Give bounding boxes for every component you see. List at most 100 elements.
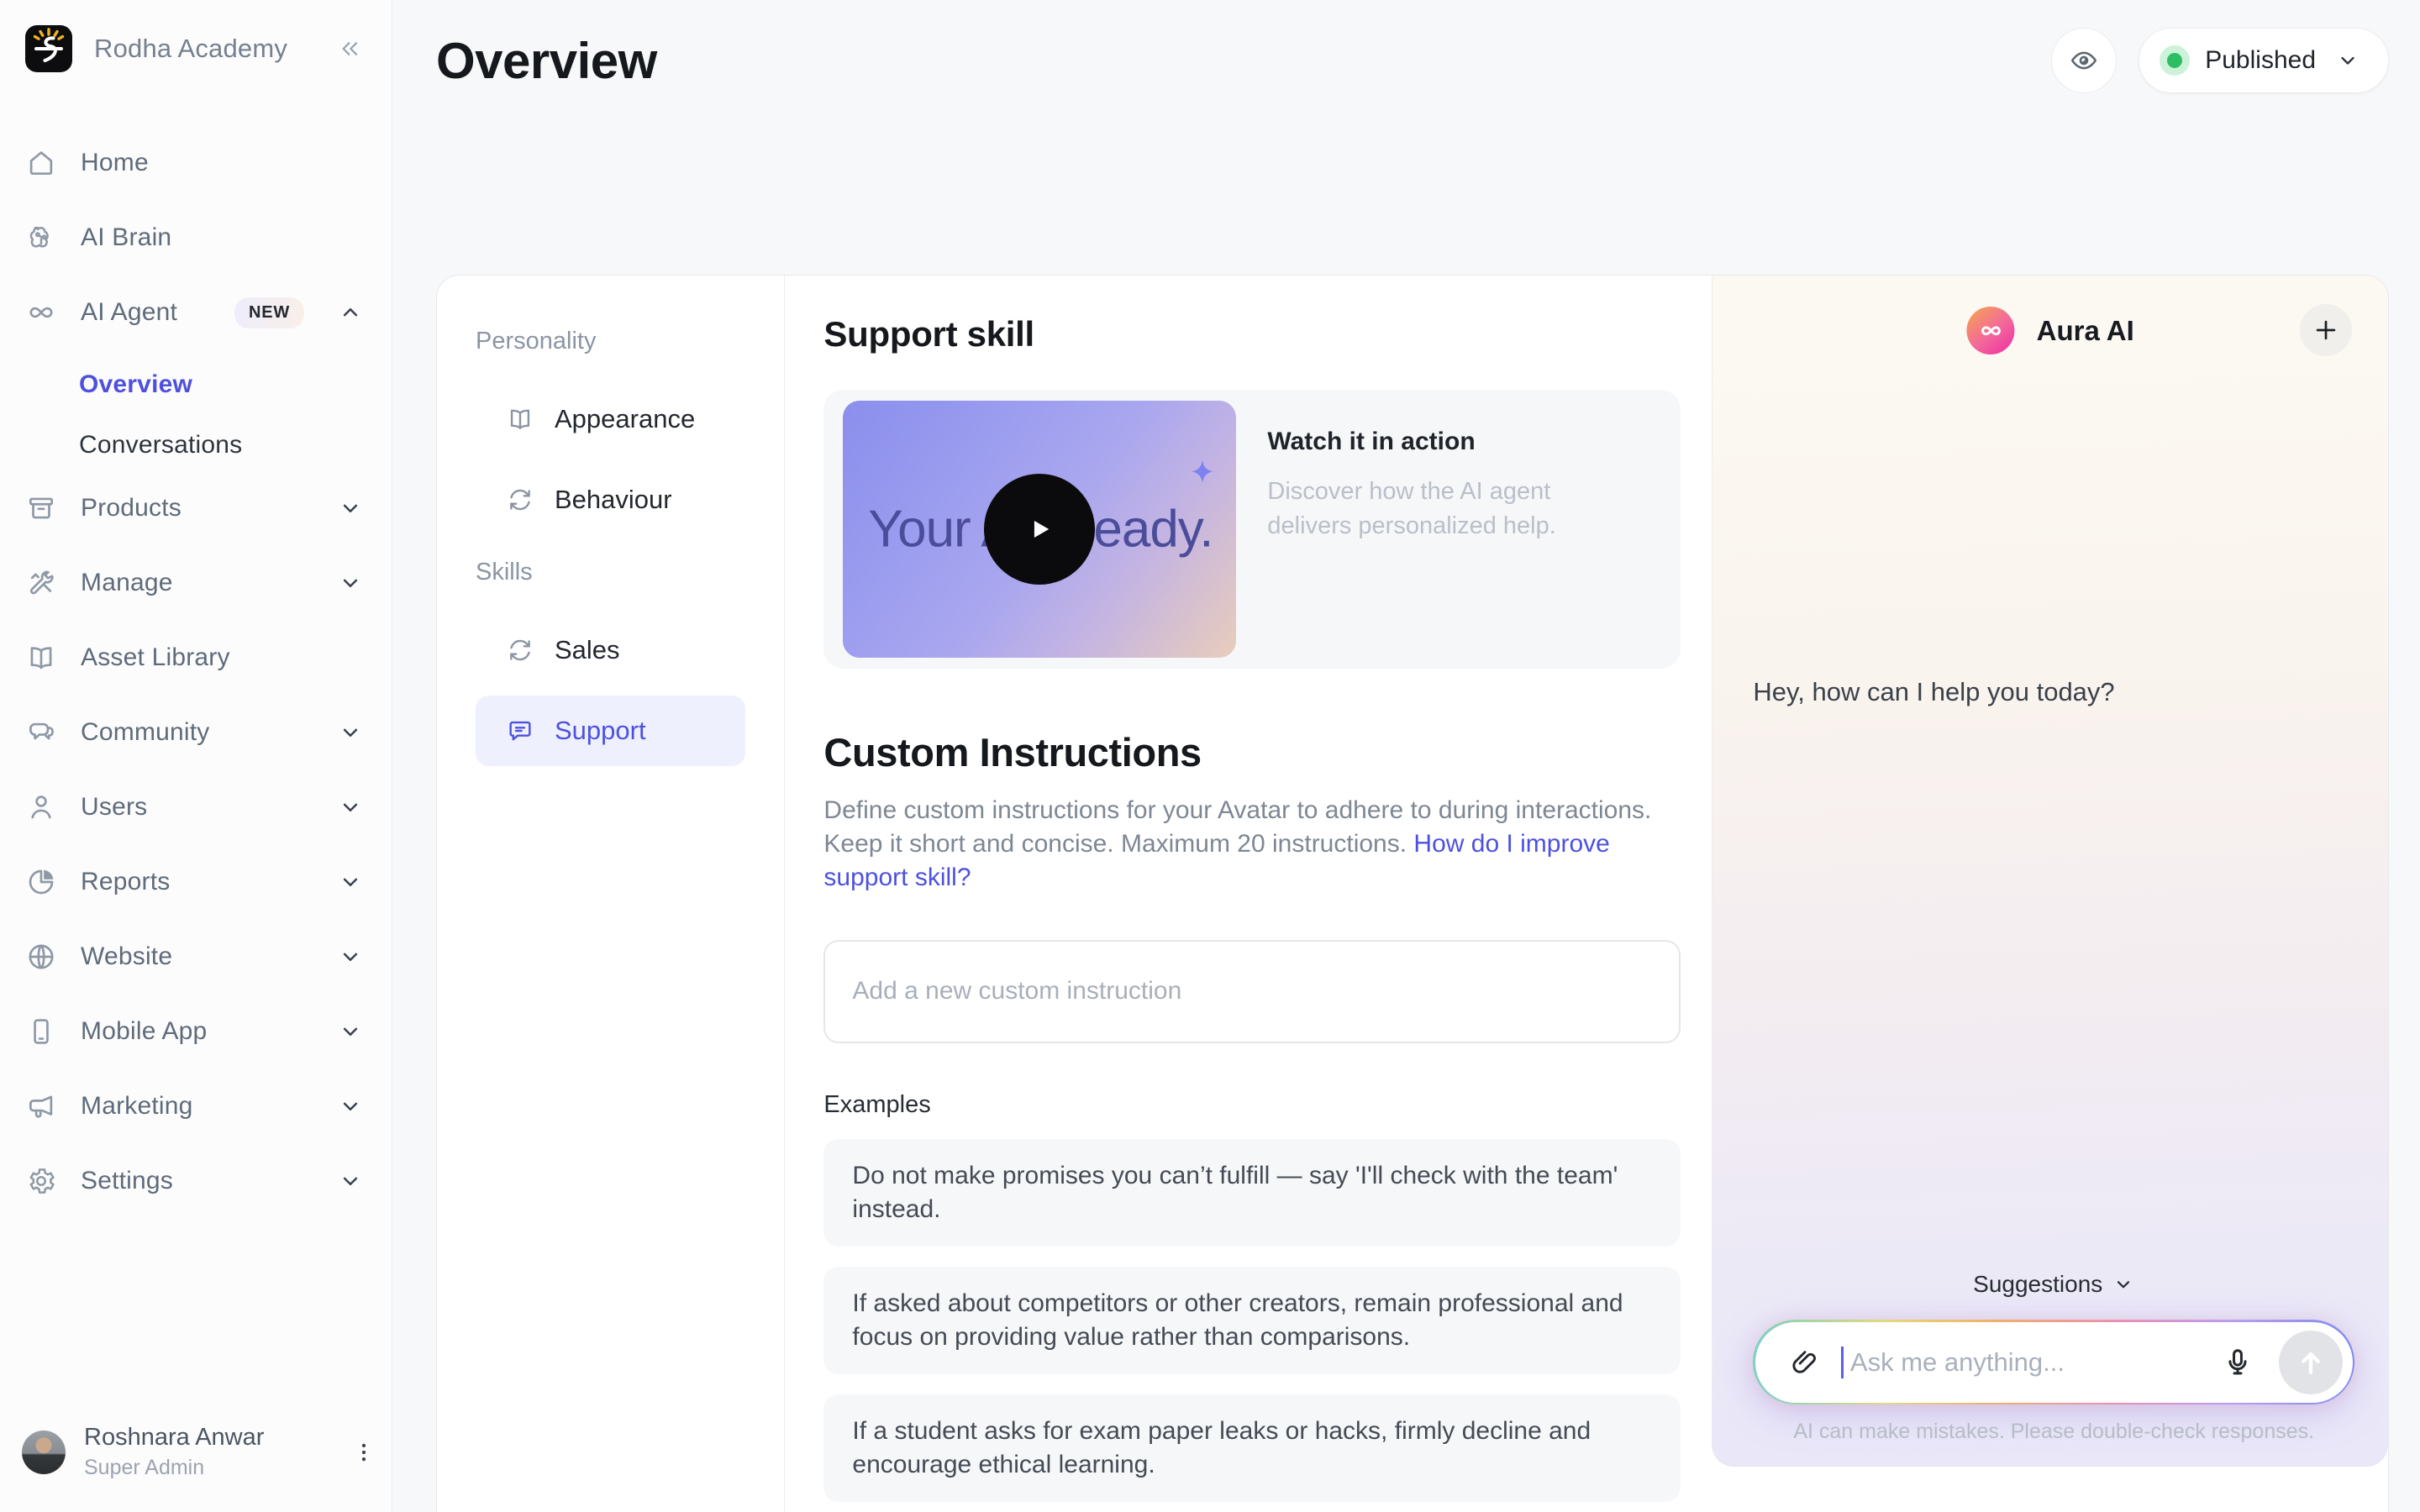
chat-input[interactable] — [1849, 1347, 2202, 1378]
brand-name: Rodha Academy — [94, 34, 288, 63]
tools-icon — [25, 567, 57, 599]
examples-label: Examples — [823, 1091, 931, 1118]
chat-column: Aura AI Hey, how can I help you today? S… — [1712, 276, 2388, 1512]
main-card: Personality Appearance Behaviour Skills … — [436, 275, 2389, 1512]
chevron-down-icon[interactable] — [338, 795, 363, 820]
plus-icon — [2312, 316, 2340, 344]
sidebar-item-reports[interactable]: Reports — [25, 858, 366, 906]
support-skill-content: Support skill Your AI ready. Watch it in… — [785, 276, 1712, 1512]
mic-icon[interactable] — [2222, 1347, 2254, 1378]
sidebar-item-ai-agent[interactable]: AI Agent NEW — [25, 289, 366, 336]
chevron-down-icon[interactable] — [338, 570, 363, 596]
globe-icon — [25, 941, 57, 973]
user-name: Roshnara Anwar — [84, 1424, 265, 1451]
play-icon — [1018, 507, 1061, 551]
sidebar-item-asset-library[interactable]: Asset Library — [25, 634, 366, 681]
chat-title: Aura AI — [2036, 314, 2134, 346]
custom-instruction-input[interactable] — [823, 940, 1681, 1043]
brand: Rodha Academy — [0, 25, 392, 72]
play-button[interactable] — [984, 474, 1096, 585]
chat-input-container — [1753, 1320, 2354, 1404]
refresh-icon — [506, 636, 534, 664]
status-label: Published — [2205, 46, 2316, 74]
subnav-item-behaviour[interactable]: Behaviour — [476, 465, 745, 535]
aura-ai-panel: Aura AI Hey, how can I help you today? S… — [1712, 276, 2388, 1467]
sidebar-nav: Home AI Brain AI Agent NEW Overview Conv… — [0, 139, 392, 1205]
aura-ai-avatar — [1966, 307, 2015, 354]
chevron-down-icon[interactable] — [338, 1019, 363, 1044]
sidebar-item-manage[interactable]: Manage — [25, 559, 366, 606]
paperclip-icon[interactable] — [1789, 1347, 1821, 1378]
chevron-up-icon[interactable] — [338, 300, 363, 325]
sidebar-item-users[interactable]: Users — [25, 784, 366, 831]
new-chat-button[interactable] — [2300, 304, 2352, 356]
eye-icon — [2069, 45, 2099, 76]
sidebar-item-products[interactable]: Products — [25, 485, 366, 532]
kebab-menu-icon[interactable] — [351, 1440, 376, 1465]
video-thumbnail[interactable]: Your AI ready. — [843, 401, 1237, 658]
subnav-item-sales[interactable]: Sales — [476, 615, 745, 685]
custom-instructions-description: Define custom instructions for your Avat… — [823, 796, 1652, 891]
video-heading: Watch it in action — [1267, 428, 1476, 455]
sidebar-item-mobile-app[interactable]: Mobile App — [25, 1008, 366, 1055]
header-actions: Published — [2051, 28, 2389, 93]
thumb-caption-right: ready. — [1076, 500, 1214, 559]
send-button[interactable] — [2278, 1330, 2343, 1394]
chevron-down-icon[interactable] — [338, 869, 363, 895]
box-icon — [25, 492, 57, 524]
status-dropdown[interactable]: Published — [2139, 28, 2389, 93]
status-dot — [2160, 45, 2191, 76]
suggestions-toggle[interactable]: Suggestions — [1753, 1271, 2354, 1298]
pie-chart-icon — [25, 866, 57, 898]
chevron-down-icon — [2336, 49, 2360, 72]
section-label-personality: Personality — [476, 328, 597, 354]
phone-icon — [25, 1016, 57, 1047]
sidebar: Rodha Academy Home AI Brain AI Agent NEW… — [0, 0, 392, 1512]
chevron-down-icon[interactable] — [338, 1094, 363, 1119]
user-role: Super Admin — [84, 1456, 205, 1479]
preview-button[interactable] — [2051, 28, 2118, 93]
video-description: Discover how the AI agent delivers perso… — [1267, 478, 1556, 539]
chevron-down-icon[interactable] — [338, 1168, 363, 1194]
chat-bubbles-icon — [25, 717, 57, 748]
sidebar-item-website[interactable]: Website — [25, 933, 366, 980]
sidebar-item-home[interactable]: Home — [25, 139, 366, 186]
chat-disclaimer: AI can make mistakes. Please double-chec… — [1793, 1420, 2315, 1443]
sidebar-item-overview[interactable]: Overview — [25, 364, 366, 406]
custom-instructions-title: Custom Instructions — [823, 730, 1202, 774]
agent-subnav: Personality Appearance Behaviour Skills … — [437, 276, 786, 1512]
sidebar-item-conversations[interactable]: Conversations — [25, 424, 366, 466]
section-label-skills: Skills — [476, 559, 533, 585]
book-icon — [25, 642, 57, 674]
content-title: Support skill — [823, 314, 1034, 354]
brain-icon — [25, 222, 57, 254]
subnav-item-appearance[interactable]: Appearance — [476, 384, 745, 454]
user-profile[interactable]: Roshnara Anwar Super Admin — [22, 1424, 376, 1480]
sidebar-item-ai-brain[interactable]: AI Brain — [25, 214, 366, 261]
brand-logo — [25, 25, 72, 72]
avatar — [22, 1430, 66, 1474]
chat-greeting: Hey, how can I help you today? — [1753, 677, 2115, 706]
sidebar-collapse-icon[interactable] — [336, 35, 363, 62]
subnav-item-support[interactable]: Support — [476, 696, 746, 766]
chevron-down-icon — [2112, 1273, 2134, 1295]
chevron-down-icon[interactable] — [338, 496, 363, 521]
refresh-icon — [506, 486, 534, 514]
example-card: Do not make promises you can’t fulfill —… — [823, 1139, 1681, 1247]
user-icon — [25, 791, 57, 823]
sparkle-icon — [1184, 456, 1221, 493]
sidebar-item-marketing[interactable]: Marketing — [25, 1083, 366, 1130]
sidebar-item-community[interactable]: Community — [25, 709, 366, 756]
infinity-icon — [25, 297, 57, 328]
text-caret — [1840, 1346, 1844, 1378]
sidebar-item-settings[interactable]: Settings — [25, 1158, 366, 1205]
page-title: Overview — [436, 33, 657, 89]
chevron-down-icon[interactable] — [338, 944, 363, 969]
chevron-down-icon[interactable] — [338, 720, 363, 745]
video-card: Your AI ready. Watch it in action Discov… — [823, 390, 1681, 669]
example-card: If a student asks for exam paper leaks o… — [823, 1394, 1681, 1502]
new-badge: NEW — [234, 297, 305, 328]
book-icon — [506, 405, 534, 433]
megaphone-icon — [25, 1090, 57, 1122]
home-icon — [25, 147, 57, 179]
